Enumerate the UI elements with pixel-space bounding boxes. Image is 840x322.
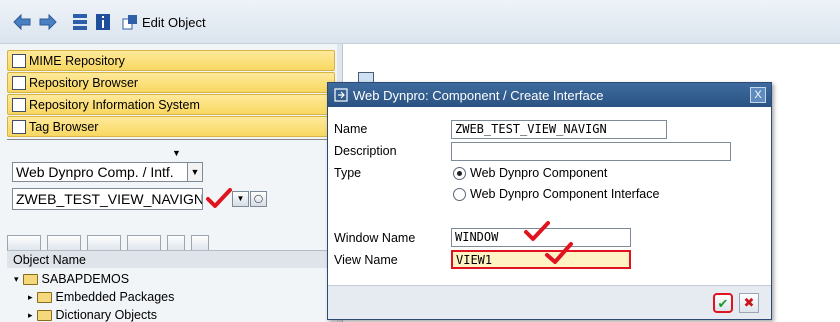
dialog-title-bar: Web Dynpro: Component / Create Interface…: [328, 83, 771, 107]
window-name-label: Window Name: [334, 231, 416, 245]
type-option-label: Web Dynpro Component: [470, 166, 608, 180]
type-option-interface[interactable]: Web Dynpro Component Interface: [453, 187, 659, 201]
object-type-select[interactable]: Web Dynpro Comp. / Intf. ▼: [12, 162, 203, 182]
tree-row-label: Dictionary Objects: [55, 308, 157, 322]
dialog-window-icon: [334, 88, 348, 102]
name-label: Name: [334, 122, 368, 136]
hierarchy-icon[interactable]: [72, 13, 88, 31]
tree-row[interactable]: ▾ SABAPDEMOS: [14, 270, 129, 288]
nav-item-label: Tag Browser: [29, 119, 99, 134]
left-navigation-panel: MIME Repository Repository Browser Repos…: [0, 44, 337, 322]
forward-arrow-icon[interactable]: [38, 13, 58, 31]
description-input[interactable]: [451, 142, 731, 161]
tag-icon: [12, 119, 26, 134]
dialog-footer: ✔ ✖: [328, 285, 771, 319]
application-toolbar: Edit Object: [0, 0, 840, 44]
tree-row-label: SABAPDEMOS: [41, 272, 130, 286]
back-arrow-icon[interactable]: [12, 13, 32, 31]
nav-item-label: Repository Browser: [29, 75, 139, 90]
nav-repository-information-system[interactable]: Repository Information System: [7, 94, 335, 115]
confirm-button[interactable]: ✔: [713, 293, 733, 313]
radio-selected-icon[interactable]: [453, 166, 466, 180]
hierarchy-icon: [12, 75, 26, 90]
value-help-dropdown-button[interactable]: ▼: [232, 191, 249, 207]
description-label: Description: [334, 144, 397, 158]
glasses-display-button[interactable]: ◯: [250, 191, 267, 207]
tree-collapsed-icon[interactable]: ▸: [28, 292, 33, 303]
nav-mime-repository[interactable]: MIME Repository: [7, 50, 335, 71]
tree-row-label: Embedded Packages: [55, 290, 175, 304]
collapse-caret-icon[interactable]: ▼: [172, 148, 181, 158]
annotation-check-icon: [545, 242, 573, 264]
tree-column-header: Object Name: [7, 250, 335, 268]
info-system-icon: [12, 97, 26, 112]
nav-repository-browser[interactable]: Repository Browser: [7, 72, 335, 93]
nav-tag-browser[interactable]: Tag Browser: [7, 116, 335, 137]
folder-icon: [36, 291, 52, 303]
name-input[interactable]: ZWEB_TEST_VIEW_NAVIGN: [451, 120, 667, 139]
type-option-label: Web Dynpro Component Interface: [470, 187, 660, 201]
info-icon[interactable]: [95, 13, 111, 31]
tree-row[interactable]: ▸ Dictionary Objects: [28, 306, 157, 322]
nav-item-label: Repository Information System: [29, 97, 200, 112]
edit-object-icon: [122, 15, 137, 30]
annotation-check-icon: [524, 221, 550, 241]
object-name-input[interactable]: ZWEB_TEST_VIEW_NAVIGN: [12, 188, 203, 210]
type-option-component[interactable]: Web Dynpro Component: [453, 166, 607, 180]
tree-row[interactable]: ▸ Embedded Packages: [28, 288, 174, 306]
annotation-check-icon: [206, 188, 232, 208]
view-name-label: View Name: [334, 253, 398, 267]
nav-item-label: MIME Repository: [29, 53, 125, 68]
chevron-down-icon[interactable]: ▼: [187, 163, 202, 181]
cancel-button[interactable]: ✖: [739, 293, 759, 313]
package-icon: [22, 273, 38, 285]
object-type-value: Web Dynpro Comp. / Intf.: [16, 164, 174, 180]
tree-expanded-icon[interactable]: ▾: [14, 274, 19, 285]
dialog-body: Name ZWEB_TEST_VIEW_NAVIGN Description T…: [328, 107, 771, 285]
radio-unselected-icon[interactable]: [453, 187, 466, 201]
folder-icon: [36, 309, 52, 321]
tree-collapsed-icon[interactable]: ▸: [28, 310, 33, 321]
edit-object-label: Edit Object: [142, 14, 206, 30]
dialog-close-button[interactable]: X: [750, 87, 766, 103]
dialog-title: Web Dynpro: Component / Create Interface: [353, 87, 604, 103]
view-name-input[interactable]: VIEW1: [451, 250, 631, 269]
nav-divider: [7, 139, 335, 143]
create-component-dialog: Web Dynpro: Component / Create Interface…: [327, 82, 772, 320]
mime-icon: [12, 53, 26, 68]
type-label: Type: [334, 166, 362, 180]
edit-object-button[interactable]: Edit Object: [122, 14, 206, 30]
